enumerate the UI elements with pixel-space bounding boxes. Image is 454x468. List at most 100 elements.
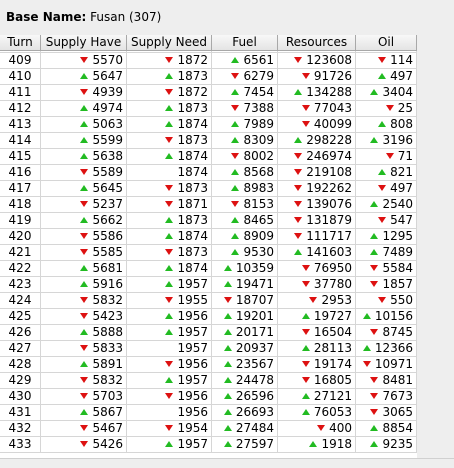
supply-have-cell: 5599 [41, 133, 127, 149]
cell-value: 19471 [235, 277, 274, 291]
column-header-fuel[interactable]: Fuel [212, 35, 278, 50]
cell-value: 192262 [306, 181, 352, 195]
cell-value: 9530 [243, 245, 274, 259]
table-row[interactable]: 432 5467 1954 27484 400 8854 [0, 421, 417, 437]
table-row[interactable]: 423 5916 1957 19471 37780 1857 [0, 277, 417, 293]
up-arrow-icon [370, 232, 379, 239]
table-row[interactable]: 411 4939 1872 7454 134288 3404 [0, 85, 417, 101]
cell-value: 1872 [177, 85, 208, 99]
up-arrow-icon [165, 120, 174, 127]
table-row[interactable]: 421 5585 1873 9530 141603 7489 [0, 245, 417, 261]
supply-have-cell: 5916 [41, 277, 127, 293]
table-row[interactable]: 412 4974 1873 7388 77043 25 [0, 101, 417, 117]
oil-cell: 7489 [356, 245, 417, 261]
cell-value: 5833 [92, 341, 123, 355]
supply-need-cell: 1873 [127, 213, 212, 229]
table-row[interactable]: 422 5681 1874 10359 76950 5584 [0, 261, 417, 277]
down-arrow-icon [301, 264, 310, 271]
resources-cell: 40099 [278, 117, 356, 133]
turn-cell: 431 [0, 405, 41, 421]
turn-cell: 424 [0, 293, 41, 309]
table-row[interactable]: 426 5888 1957 20171 16504 8745 [0, 325, 417, 341]
turn-cell: 411 [0, 85, 41, 101]
column-header-supply-have[interactable]: Supply Have [41, 35, 127, 50]
down-arrow-icon [80, 376, 89, 383]
up-arrow-icon [80, 136, 89, 143]
table-row[interactable]: 414 5599 1873 8309 298228 3196 [0, 133, 417, 149]
supply-have-cell: 4974 [41, 101, 127, 117]
up-arrow-icon [370, 200, 379, 207]
supply-have-cell: 5888 [41, 325, 127, 341]
up-arrow-icon [223, 344, 232, 351]
table-row[interactable]: 420 5586 1874 8909 111717 1295 [0, 229, 417, 245]
down-arrow-icon [294, 216, 303, 223]
supply-need-cell: 1957 [127, 325, 212, 341]
up-arrow-icon [301, 392, 310, 399]
up-arrow-icon [294, 88, 303, 95]
table-row[interactable]: 418 5237 1871 8153 139076 2540 [0, 197, 417, 213]
supply-need-cell: 1957 [127, 373, 212, 389]
cell-value: 497 [390, 69, 413, 83]
cell-value: 1955 [177, 293, 208, 307]
column-header-oil[interactable]: Oil [356, 35, 417, 50]
down-arrow-icon [370, 280, 379, 287]
cell-value: 5832 [92, 373, 123, 387]
down-arrow-icon [80, 312, 89, 319]
cell-value: 1873 [177, 133, 208, 147]
turn-cell: 433 [0, 437, 41, 453]
cell-value: 1872 [177, 53, 208, 67]
cell-value: 5916 [92, 277, 123, 291]
table-row[interactable]: 424 5832 1955 18707 2953 550 [0, 293, 417, 309]
cell-value: 4939 [92, 85, 123, 99]
up-arrow-icon [370, 248, 379, 255]
down-arrow-icon [80, 296, 89, 303]
table-row[interactable]: 430 5703 1956 26596 27121 7673 [0, 389, 417, 405]
cell-value: 27121 [313, 389, 352, 403]
table-row[interactable]: 428 5891 1956 23567 19174 10971 [0, 357, 417, 373]
up-arrow-icon [165, 376, 174, 383]
supply-need-cell: 1873 [127, 133, 212, 149]
column-header-supply-need[interactable]: Supply Need [127, 35, 212, 50]
turn-cell: 410 [0, 69, 41, 85]
up-arrow-icon [165, 232, 174, 239]
cell-value: 1954 [177, 421, 208, 435]
cell-value: 91726 [313, 69, 352, 83]
up-arrow-icon [378, 168, 387, 175]
table-row[interactable]: 417 5645 1873 8983 192262 497 [0, 181, 417, 197]
table-row[interactable]: 415 5638 1874 8002 246974 71 [0, 149, 417, 165]
cell-value: 1874 [177, 229, 208, 243]
oil-cell: 497 [356, 69, 417, 85]
turn-cell: 420 [0, 229, 41, 245]
vertical-scrollbar-area [417, 35, 454, 458]
resources-cell: 246974 [278, 149, 356, 165]
turn-cell: 423 [0, 277, 41, 293]
table-row[interactable]: 416 5589 1874 8568 219108 821 [0, 165, 417, 181]
table-row[interactable]: 433 5426 1957 27597 1918 9235 [0, 437, 417, 453]
cell-value: 5681 [92, 261, 123, 275]
turn-cell: 416 [0, 165, 41, 181]
up-arrow-icon [294, 136, 303, 143]
table-row[interactable]: 409 5570 1872 6561 123608 114 [0, 53, 417, 69]
column-header-resources[interactable]: Resources [278, 35, 356, 50]
supply-have-cell: 5585 [41, 245, 127, 261]
table-row[interactable]: 431 5867 1956 26693 76053 3065 [0, 405, 417, 421]
column-header-turn[interactable]: Turn [0, 35, 41, 50]
table-row[interactable]: 419 5662 1873 8465 131879 547 [0, 213, 417, 229]
turn-cell: 430 [0, 389, 41, 405]
table-row[interactable]: 427 5833 1957 20937 28113 12366 [0, 341, 417, 357]
cell-value: 5467 [92, 421, 123, 435]
table-row[interactable]: 410 5647 1873 6279 91726 497 [0, 69, 417, 85]
cell-value: 28113 [313, 341, 352, 355]
supply-have-cell: 5703 [41, 389, 127, 405]
cell-value: 1957 [177, 437, 208, 451]
cell-value: 25 [397, 101, 413, 115]
table-row[interactable]: 429 5832 1957 24478 16805 8481 [0, 373, 417, 389]
table-row[interactable]: 425 5423 1956 19201 19727 10156 [0, 309, 417, 325]
table-row[interactable]: 413 5063 1874 7989 40099 808 [0, 117, 417, 133]
base-stats-table[interactable]: 4085641187366711442231556409557018726561… [0, 35, 418, 458]
cell-value: 123608 [306, 53, 352, 67]
cell-value: 1871 [177, 197, 208, 211]
resources-cell: 27121 [278, 389, 356, 405]
up-arrow-icon [294, 248, 303, 255]
supply-need-cell: 1872 [127, 53, 212, 69]
